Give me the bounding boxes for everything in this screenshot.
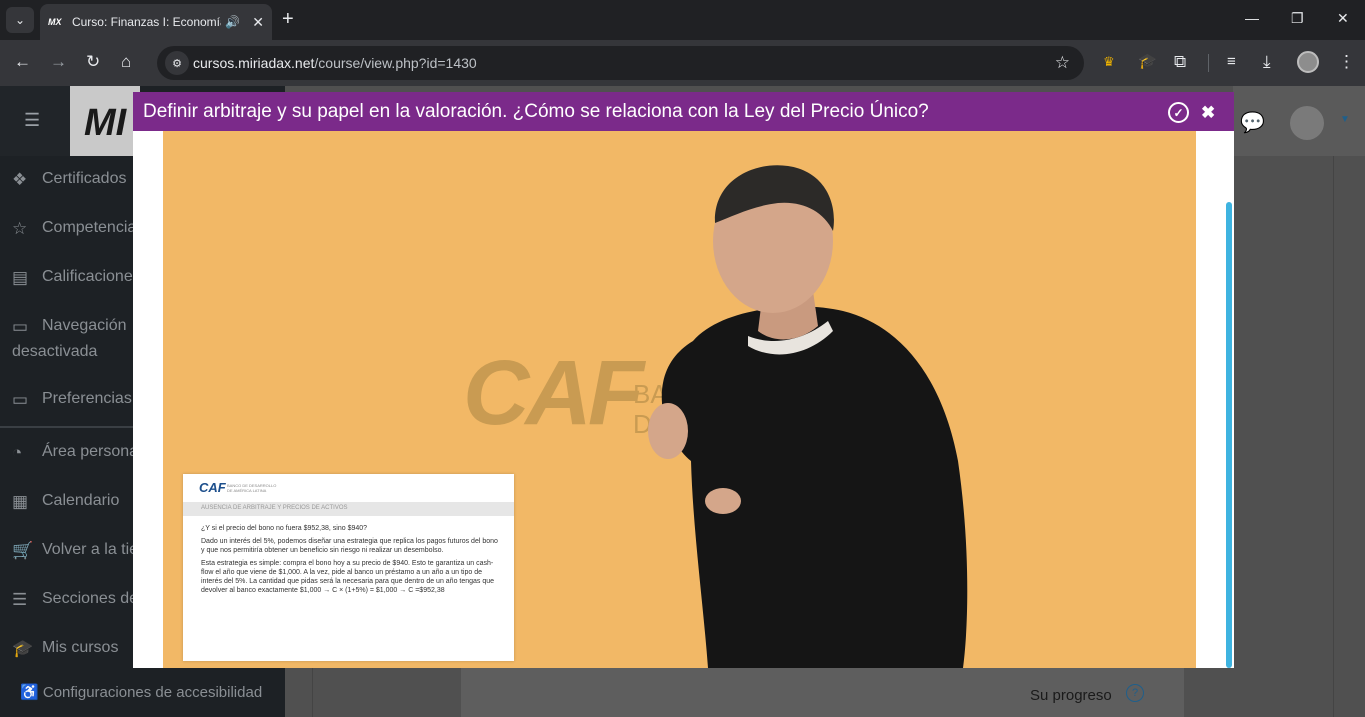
- tab-close-icon[interactable]: ✕: [252, 14, 264, 31]
- calendar-icon: ▦: [12, 492, 29, 511]
- hamburger-menu-icon[interactable]: ☰: [24, 110, 40, 131]
- folder-icon: ▭: [12, 317, 29, 336]
- slide-paragraph: Esta estrategia es simple: compra el bon…: [201, 560, 495, 594]
- forward-icon[interactable]: →: [50, 52, 67, 72]
- nav-label: desactivada: [12, 343, 98, 360]
- toolbar-separator: [1208, 54, 1209, 72]
- back-icon[interactable]: ←: [14, 52, 31, 72]
- window-close-icon[interactable]: ✕: [1337, 10, 1349, 27]
- new-tab-button[interactable]: +: [282, 9, 294, 29]
- video-modal: Definir arbitraje y su papel en la valor…: [133, 92, 1234, 668]
- check-circle-icon[interactable]: ✓: [1168, 102, 1189, 123]
- messages-icon[interactable]: 💬: [1240, 110, 1265, 135]
- active-tab[interactable]: MX Curso: Finanzas I: Economía 🔊 ✕: [40, 4, 272, 40]
- site-info-icon[interactable]: ⚙: [165, 51, 189, 75]
- nav-label: Certificados: [42, 170, 127, 187]
- star-icon: ☆: [12, 219, 28, 238]
- list-icon: ☰: [12, 590, 28, 609]
- menu-dots-icon[interactable]: ⋮: [1338, 52, 1355, 72]
- slide-heading: AUSENCIA DE ARBITRAJE Y PRECIOS DE ACTIV…: [201, 505, 348, 511]
- accessibility-settings-button[interactable]: ♿ Configuraciones de accesibilidad: [0, 667, 285, 717]
- tab-title: Curso: Finanzas I: Economía: [71, 15, 222, 29]
- slide-caf-logo: CAF: [199, 480, 226, 495]
- nav-label: Calificaciones: [42, 268, 141, 285]
- minimize-icon[interactable]: —: [1245, 10, 1259, 26]
- modal-header: Definir arbitraje y su papel en la valor…: [133, 92, 1234, 131]
- reload-icon[interactable]: ↻: [86, 52, 100, 72]
- url-text[interactable]: cursos.miriadax.net/course/view.php?id=1…: [193, 55, 477, 71]
- help-icon[interactable]: ?: [1126, 684, 1144, 702]
- crown-icon[interactable]: ♛: [1103, 52, 1115, 72]
- nav-label: Calendario: [42, 492, 120, 509]
- url-path: /course/view.php?id=1430: [314, 55, 477, 71]
- url-host: cursos.miriadax.net: [193, 55, 315, 71]
- cart-icon: 🛒: [12, 541, 34, 560]
- nav-label: Mis cursos: [42, 639, 119, 656]
- video-player[interactable]: CAF BAN DE CAF BANCO DE DESARROLLO D: [163, 131, 1196, 668]
- dashboard-icon: ◔: [12, 443, 23, 462]
- gradebook-icon: ▤: [12, 268, 29, 287]
- slide-paragraph: Dado un interés del 5%, podemos diseñar …: [201, 538, 498, 554]
- site-logo[interactable]: MI: [70, 86, 140, 156]
- slide-paragraph: ¿Y si el precio del bono no fuera $952,3…: [201, 525, 368, 532]
- chevron-down-icon: ⌄: [14, 13, 26, 27]
- layers-icon: ❖: [12, 170, 28, 189]
- presentation-slide: CAF BANCO DE DESARROLLO DE AMÉRICA LATIN…: [183, 474, 514, 661]
- drawer-header: ☰: [0, 86, 70, 156]
- mortarboard-icon: 🎓: [12, 639, 34, 658]
- presenter-lower-hand: [705, 488, 741, 514]
- profile-icon[interactable]: [1297, 51, 1319, 73]
- accessibility-icon: ♿: [20, 684, 43, 701]
- site-favicon-icon: MX: [48, 17, 62, 27]
- home-icon[interactable]: ⌂: [121, 52, 131, 72]
- bookmark-star-icon[interactable]: ☆: [1055, 53, 1070, 73]
- accessibility-label: Configuraciones de accesibilidad: [42, 684, 263, 701]
- slide-logo-subtitle: BANCO DE DESARROLLO DE AMÉRICA LATINA: [227, 483, 276, 493]
- avatar[interactable]: [1290, 106, 1324, 140]
- graduation-cap-icon[interactable]: 🎓: [1138, 52, 1157, 72]
- nav-label: Competencias: [42, 219, 145, 236]
- address-bar[interactable]: ⚙ cursos.miriadax.net/course/view.php?id…: [157, 46, 1084, 80]
- logo-text: MI: [84, 102, 127, 144]
- presenter-sweater: [661, 306, 968, 668]
- slide-heading-band: AUSENCIA DE ARBITRAJE Y PRECIOS DE ACTIV…: [183, 502, 514, 516]
- presenter-hand: [648, 403, 688, 459]
- restore-icon[interactable]: ❐: [1291, 10, 1304, 27]
- slide-logo-sub-line: DE AMÉRICA LATINA: [227, 488, 267, 493]
- chevron-down-icon[interactable]: ▼: [1340, 114, 1350, 125]
- modal-title: Definir arbitraje y su papel en la valor…: [143, 101, 929, 122]
- close-icon[interactable]: ✖: [1201, 103, 1215, 123]
- nav-label: Área personal: [42, 443, 142, 460]
- tab-search-button[interactable]: ⌄: [6, 7, 34, 33]
- tab-strip: ⌄ MX Curso: Finanzas I: Economía 🔊 ✕ + —…: [0, 0, 1365, 40]
- download-icon[interactable]: ⤓: [1263, 52, 1271, 72]
- nav-label: Preferencias: [42, 390, 132, 407]
- progress-label: Su progreso: [1030, 687, 1112, 704]
- modal-scrollbar[interactable]: [1226, 202, 1232, 668]
- nav-label: Navegación: [42, 317, 127, 334]
- media-control-icon[interactable]: ≡: [1227, 52, 1236, 72]
- folder-icon: ▭: [12, 390, 29, 409]
- slide-body: ¿Y si el precio del bono no fuera $952,3…: [201, 524, 501, 599]
- puzzle-icon[interactable]: ⧉: [1174, 52, 1186, 72]
- speaker-icon[interactable]: 🔊: [225, 15, 240, 29]
- browser-toolbar: ← → ↻ ⌂ ⚙ cursos.miriadax.net/course/vie…: [0, 40, 1365, 86]
